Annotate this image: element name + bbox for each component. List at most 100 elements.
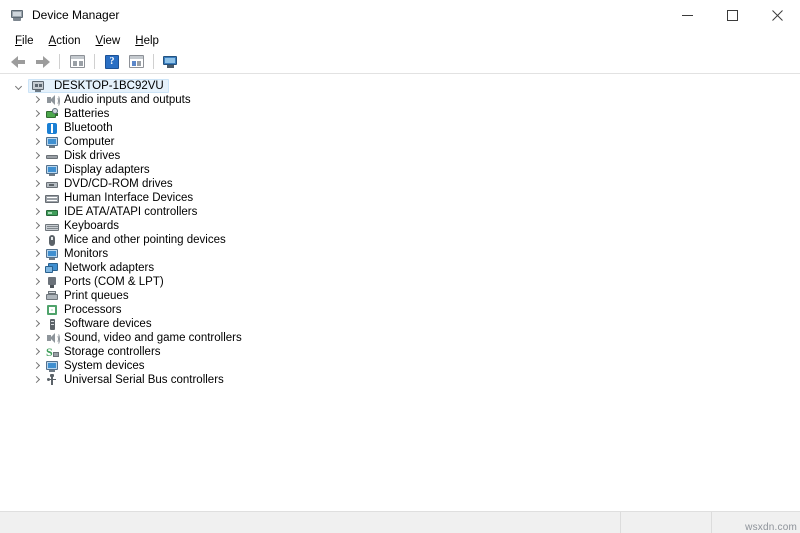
- chevron-right-icon[interactable]: [31, 263, 42, 274]
- system-device-icon: [45, 360, 59, 373]
- chevron-right-icon[interactable]: [31, 333, 42, 344]
- tree-item-label: Audio inputs and outputs: [64, 94, 191, 106]
- tree-item-storage-controllers[interactable]: S Storage controllers: [5, 345, 797, 359]
- chevron-right-icon[interactable]: [31, 207, 42, 218]
- status-bar-panel-2: [620, 512, 711, 533]
- chevron-right-icon[interactable]: [31, 179, 42, 190]
- tree-item-ide-ata-atapi-controllers[interactable]: IDE ATA/ATAPI controllers: [5, 205, 797, 219]
- tree-item-human-interface-devices[interactable]: Human Interface Devices: [5, 191, 797, 205]
- tree-item-label: IDE ATA/ATAPI controllers: [64, 206, 198, 218]
- chevron-right-icon[interactable]: [31, 109, 42, 120]
- tree-item-label: Storage controllers: [64, 346, 161, 358]
- tree-item-audio-inputs-and-outputs[interactable]: Audio inputs and outputs: [5, 93, 797, 107]
- chevron-right-icon[interactable]: [31, 249, 42, 260]
- status-bar: wsxdn.com: [0, 511, 800, 533]
- tree-item-mice-and-other-pointing-devices[interactable]: Mice and other pointing devices: [5, 233, 797, 247]
- status-bar-panel-3: wsxdn.com: [711, 512, 800, 533]
- properties-button[interactable]: [125, 52, 147, 72]
- mouse-icon: [45, 234, 59, 247]
- chevron-right-icon[interactable]: [31, 193, 42, 204]
- tree-item-software-devices[interactable]: Software devices: [5, 317, 797, 331]
- show-hide-console-tree-button[interactable]: [66, 52, 88, 72]
- chevron-right-icon[interactable]: [31, 235, 42, 246]
- network-adapter-icon: [45, 262, 59, 275]
- port-icon: [45, 276, 59, 289]
- tree-item-display-adapters[interactable]: Display adapters: [5, 163, 797, 177]
- chevron-right-icon[interactable]: [31, 361, 42, 372]
- window-title: Device Manager: [32, 8, 120, 22]
- menu-action[interactable]: Action: [42, 33, 89, 49]
- computer-root-icon: [31, 80, 45, 93]
- chevron-right-icon[interactable]: [31, 165, 42, 176]
- help-button[interactable]: ?: [101, 52, 123, 72]
- tree-item-universal-serial-bus-controllers[interactable]: Universal Serial Bus controllers: [5, 373, 797, 387]
- tree-item-label: Network adapters: [64, 262, 155, 274]
- tree-item-batteries[interactable]: Batteries: [5, 107, 797, 121]
- tree-item-label: Processors: [64, 304, 122, 316]
- menu-help[interactable]: Help: [128, 33, 167, 49]
- chevron-down-icon[interactable]: [14, 81, 25, 92]
- tree-root-selection: DESKTOP-1BC92VU: [28, 79, 169, 93]
- tree-item-label: Human Interface Devices: [64, 192, 194, 204]
- software-device-icon: [45, 318, 59, 331]
- title-bar-left: Device Manager: [0, 7, 119, 23]
- forward-button[interactable]: [31, 52, 53, 72]
- toolbar-separator-2: [94, 54, 95, 69]
- tree-item-disk-drives[interactable]: Disk drives: [5, 149, 797, 163]
- chevron-right-icon[interactable]: [31, 375, 42, 386]
- close-button[interactable]: [755, 0, 800, 30]
- keyboard-icon: [45, 220, 59, 233]
- tree-item-bluetooth[interactable]: Bluetooth: [5, 121, 797, 135]
- minimize-button[interactable]: [665, 0, 710, 30]
- printer-icon: [45, 290, 59, 303]
- processor-icon: [45, 304, 59, 317]
- maximize-icon: [727, 9, 738, 21]
- tree-item-label: Universal Serial Bus controllers: [64, 374, 224, 386]
- tree-item-sound-video-and-game-controllers[interactable]: Sound, video and game controllers: [5, 331, 797, 345]
- tree-item-computer[interactable]: Computer: [5, 135, 797, 149]
- tree-item-print-queues[interactable]: Print queues: [5, 289, 797, 303]
- chevron-right-icon[interactable]: [31, 319, 42, 330]
- tree-root-node[interactable]: DESKTOP-1BC92VU: [5, 79, 797, 93]
- chevron-right-icon[interactable]: [31, 221, 42, 232]
- menu-file-rest: ile: [22, 34, 34, 47]
- usb-controller-icon: [45, 373, 59, 387]
- menu-action-rest: ction: [56, 34, 81, 47]
- tree-item-system-devices[interactable]: System devices: [5, 359, 797, 373]
- monitor-icon: [45, 248, 59, 261]
- chevron-right-icon[interactable]: [31, 137, 42, 148]
- chevron-right-icon[interactable]: [31, 305, 42, 316]
- ide-controller-icon: [45, 206, 59, 219]
- tree-item-monitors[interactable]: Monitors: [5, 247, 797, 261]
- tree-item-processors[interactable]: Processors: [5, 303, 797, 317]
- speaker-icon: [45, 94, 60, 107]
- chevron-right-icon[interactable]: [31, 95, 42, 106]
- sound-controller-icon: [45, 332, 60, 345]
- chevron-right-icon[interactable]: [31, 123, 42, 134]
- scan-hardware-icon: [163, 55, 179, 69]
- back-arrow-icon: [10, 55, 26, 68]
- chevron-right-icon[interactable]: [31, 277, 42, 288]
- tree-item-dvd-cd-rom-drives[interactable]: DVD/CD-ROM drives: [5, 177, 797, 191]
- menu-help-accel: H: [135, 34, 144, 47]
- tree-item-label: Disk drives: [64, 150, 121, 162]
- maximize-button[interactable]: [710, 0, 755, 30]
- tree-item-label: Keyboards: [64, 220, 119, 232]
- scan-for-hardware-changes-button[interactable]: [160, 52, 182, 72]
- chevron-right-icon[interactable]: [31, 151, 42, 162]
- tree-item-network-adapters[interactable]: Network adapters: [5, 261, 797, 275]
- tree-item-keyboards[interactable]: Keyboards: [5, 219, 797, 233]
- menu-view[interactable]: View: [89, 33, 129, 49]
- display-adapter-icon: [45, 164, 59, 177]
- back-button[interactable]: [7, 52, 29, 72]
- device-tree[interactable]: DESKTOP-1BC92VU Audio inputs and outputs…: [5, 78, 797, 511]
- menu-file[interactable]: File: [8, 33, 42, 49]
- tree-root-label: DESKTOP-1BC92VU: [54, 80, 164, 92]
- chevron-right-icon[interactable]: [31, 291, 42, 302]
- tree-item-label: Display adapters: [64, 164, 150, 176]
- hid-icon: [45, 192, 59, 205]
- tree-item-ports-com-and-lpt[interactable]: Ports (COM & LPT): [5, 275, 797, 289]
- tree-item-label: Monitors: [64, 248, 109, 260]
- chevron-right-icon[interactable]: [31, 347, 42, 358]
- toolbar-separator-1: [59, 54, 60, 69]
